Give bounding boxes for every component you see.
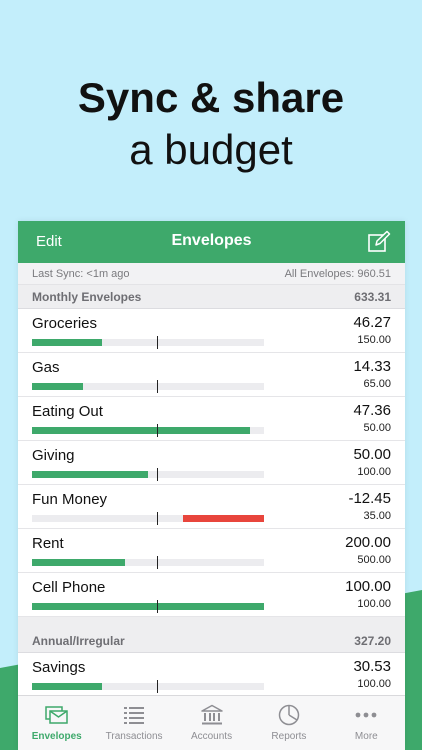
progress-bar (32, 680, 264, 693)
progress-midpoint-marker (157, 424, 158, 437)
section-total: 327.20 (354, 634, 391, 648)
envelope-balance: 200.00 (345, 534, 391, 551)
list-icon (124, 707, 145, 724)
tab-label: Envelopes (31, 731, 82, 742)
envelope-name: Giving (32, 447, 75, 464)
envelope-budget: 100.00 (357, 598, 391, 610)
all-envelopes-total: All Envelopes: 960.51 (284, 268, 391, 280)
envelope-budget: 65.00 (363, 378, 391, 390)
envelope-balance: -12.45 (348, 490, 391, 507)
progress-bar (32, 424, 264, 437)
envelopes-icon (44, 706, 68, 724)
section-total: 633.31 (354, 290, 391, 304)
envelope-budget: 100.00 (357, 466, 391, 478)
progress-bar (32, 468, 264, 481)
headline-line-2: a budget (129, 126, 293, 173)
envelope-name: Rent (32, 535, 64, 552)
envelope-budget: 150.00 (357, 334, 391, 346)
progress-midpoint-marker (157, 468, 158, 481)
envelope-balance: 50.00 (353, 446, 391, 463)
progress-fill (32, 683, 102, 690)
envelope-row[interactable]: Savings 30.53 100.00 (18, 653, 405, 697)
tab-accounts[interactable]: Accounts (173, 696, 250, 750)
tab-label: Transactions (105, 731, 163, 742)
envelope-budget: 35.00 (363, 510, 391, 522)
envelope-name: Eating Out (32, 403, 103, 420)
envelope-balance: 100.00 (345, 578, 391, 595)
envelope-name: Groceries (32, 315, 98, 332)
progress-midpoint-marker (157, 336, 158, 349)
progress-fill (32, 339, 102, 346)
progress-fill (32, 427, 250, 434)
progress-bar (32, 380, 264, 393)
envelope-row[interactable]: Cell Phone 100.00 100.00 (18, 573, 405, 617)
envelope-name: Cell Phone (32, 579, 106, 596)
envelope-row[interactable]: Groceries 46.27 150.00 (18, 309, 405, 353)
tab-transactions[interactable]: Transactions (95, 696, 172, 750)
envelope-name: Gas (32, 359, 60, 376)
app-screen: Edit Envelopes Last Sync: <1m ago All En… (18, 221, 405, 750)
navigation-bar: Edit Envelopes (18, 221, 405, 263)
tab-envelopes[interactable]: Envelopes (18, 696, 95, 750)
tab-label: More (354, 731, 378, 742)
envelope-balance: 14.33 (353, 358, 391, 375)
progress-fill (183, 515, 264, 522)
section-header: Monthly Envelopes 633.31 (18, 285, 405, 309)
envelope-balance: 47.36 (353, 402, 391, 419)
progress-midpoint-marker (157, 680, 158, 693)
progress-midpoint-marker (157, 380, 158, 393)
pie-chart-icon (278, 704, 300, 726)
envelope-row[interactable]: Fun Money -12.45 35.00 (18, 485, 405, 529)
section-spacer (18, 617, 405, 629)
envelope-budget: 50.00 (363, 422, 391, 434)
progress-fill (32, 471, 148, 478)
progress-midpoint-marker (157, 556, 158, 569)
bank-icon (200, 704, 223, 725)
headline: Sync & share a budget (0, 72, 422, 176)
tab-reports[interactable]: Reports (250, 696, 327, 750)
tab-label: Accounts (190, 731, 233, 742)
last-sync-text: Last Sync: <1m ago (32, 268, 130, 280)
envelope-budget: 500.00 (357, 554, 391, 566)
tab-more[interactable]: More (328, 696, 405, 750)
section-header: Annual/Irregular 327.20 (18, 629, 405, 653)
progress-midpoint-marker (157, 512, 158, 525)
envelope-name: Fun Money (32, 491, 108, 508)
envelope-row[interactable]: Gas 14.33 65.00 (18, 353, 405, 397)
section-name: Monthly Envelopes (32, 290, 142, 304)
section-name: Annual/Irregular (32, 634, 125, 648)
envelope-balance: 46.27 (353, 314, 391, 331)
progress-bar (32, 556, 264, 569)
headline-line-1: Sync & share (77, 74, 345, 121)
progress-bar (32, 336, 264, 349)
progress-bar (32, 600, 264, 613)
sync-status-bar: Last Sync: <1m ago All Envelopes: 960.51 (18, 263, 405, 285)
progress-fill (32, 603, 264, 610)
envelope-row[interactable]: Giving 50.00 100.00 (18, 441, 405, 485)
more-dots-icon (355, 712, 377, 718)
tab-bar: Envelopes Transactions Accounts Reports … (18, 695, 405, 750)
envelope-balance: 30.53 (353, 658, 391, 675)
envelope-budget: 100.00 (357, 678, 391, 690)
envelope-list[interactable]: Monthly Envelopes 633.31 Groceries 46.27 150… (18, 285, 405, 697)
tab-label: Reports (271, 731, 307, 742)
progress-fill (32, 383, 83, 390)
page-title: Envelopes (171, 232, 252, 249)
compose-icon[interactable] (367, 230, 391, 254)
envelope-row[interactable]: Eating Out 47.36 50.00 (18, 397, 405, 441)
progress-bar (32, 512, 264, 525)
progress-midpoint-marker (157, 600, 158, 613)
progress-fill (32, 559, 125, 566)
envelope-row[interactable]: Rent 200.00 500.00 (18, 529, 405, 573)
envelope-name: Savings (32, 659, 86, 676)
